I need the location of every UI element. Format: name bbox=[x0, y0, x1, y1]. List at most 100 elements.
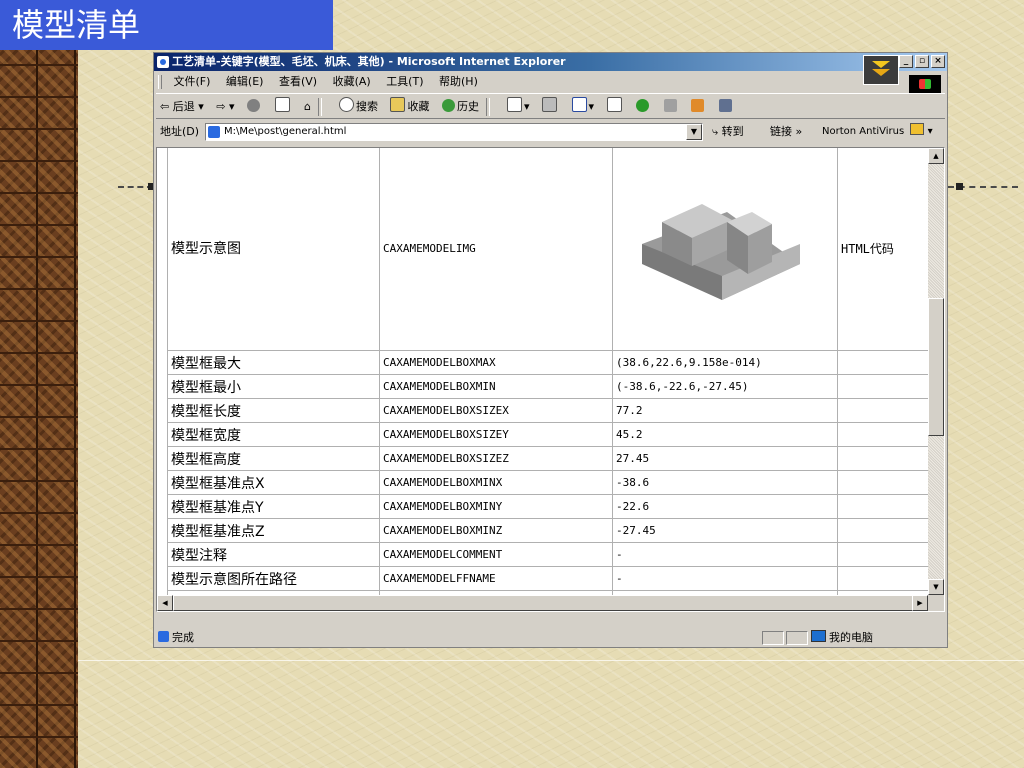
cell-value: 45.2 bbox=[612, 422, 838, 447]
horizontal-scrollbar[interactable]: ◀ ▶ bbox=[157, 595, 928, 611]
cell-keyword: CAXAMEMODELBOXMAX bbox=[379, 350, 613, 375]
home-button[interactable]: ⌂ bbox=[304, 94, 311, 120]
table-row: 模型框基准点Z CAXAMEMODELBOXMINZ -27.45 bbox=[167, 518, 930, 543]
cell-extra bbox=[837, 566, 930, 591]
page-content[interactable]: 模型示意图 CAXAMEMODELIMG HTML代码 模型框最大 CAXAME… bbox=[156, 147, 945, 612]
cell-name: 模型框最大 bbox=[167, 350, 380, 375]
tools-button[interactable] bbox=[663, 94, 679, 120]
messenger-button[interactable] bbox=[636, 94, 651, 120]
palette-button[interactable] bbox=[691, 94, 706, 120]
table-row: 模型框基准点Y CAXAMEMODELBOXMINY -22.6 bbox=[167, 494, 930, 519]
extra-button[interactable] bbox=[718, 94, 734, 120]
wrench-icon bbox=[663, 99, 677, 112]
decorative-wood-strip bbox=[0, 0, 78, 768]
history-icon bbox=[441, 99, 455, 112]
cell-value: (-38.6,-22.6,-27.45) bbox=[612, 374, 838, 399]
vertical-scroll-thumb[interactable] bbox=[928, 298, 944, 436]
go-arrow-icon: ⤷ bbox=[712, 125, 719, 138]
edit-button[interactable]: ▾ bbox=[571, 94, 594, 120]
discuss-icon bbox=[606, 97, 622, 112]
go-label: 转到 bbox=[721, 125, 744, 138]
table-row: 模型框宽度 CAXAMEMODELBOXSIZEY 45.2 bbox=[167, 422, 930, 447]
minimize-button[interactable]: _ bbox=[899, 55, 913, 68]
print-button[interactable] bbox=[542, 94, 559, 120]
maximize-button[interactable]: ▫ bbox=[915, 55, 929, 68]
address-url: M:\Me\post\general.html bbox=[224, 126, 347, 137]
cell-name: 模型框最小 bbox=[167, 374, 380, 399]
search-icon bbox=[338, 97, 354, 112]
back-arrow-icon: ⇦ bbox=[160, 100, 170, 113]
cell-keyword: CAXAMEMODELIMG bbox=[379, 148, 613, 351]
cell-extra bbox=[837, 446, 930, 471]
cell-value: (38.6,22.6,9.158e-014) bbox=[612, 350, 838, 375]
decorative-dot-right bbox=[956, 183, 963, 190]
cell-name: 模型框高度 bbox=[167, 446, 380, 471]
standard-toolbar: ⇦ 后退 ▾ ⇨ ▾ ⌂ 搜索 收藏 历史 ▾ ▾ bbox=[156, 93, 945, 119]
table-row: 模型框基准点X CAXAMEMODELBOXMINX -38.6 bbox=[167, 470, 930, 495]
decorative-divider bbox=[78, 660, 1024, 661]
links-button[interactable]: 链接 » bbox=[770, 120, 802, 144]
back-label: 后退 bbox=[172, 100, 195, 113]
menu-view[interactable]: 查看(V) bbox=[279, 75, 317, 88]
status-pane bbox=[786, 631, 808, 645]
close-button[interactable]: × bbox=[931, 55, 945, 68]
cell-name: 模型框基准点Y bbox=[167, 494, 380, 519]
table-row: 模型框最小 CAXAMEMODELBOXMIN (-38.6,-22.6,-27.4… bbox=[167, 374, 930, 399]
cell-value: -27.45 bbox=[612, 518, 838, 543]
mail-button[interactable]: ▾ bbox=[506, 94, 530, 120]
scroll-up-button[interactable]: ▲ bbox=[928, 148, 944, 164]
menu-help[interactable]: 帮助(H) bbox=[439, 75, 478, 88]
table-row: 模型注释 CAXAMEMODELCOMMENT - bbox=[167, 542, 930, 567]
cell-keyword: CAXAMEMODELCOMMENT bbox=[379, 542, 613, 567]
table-row: 模型框最大 CAXAMEMODELBOXMAX (38.6,22.6,9.158e-… bbox=[167, 350, 930, 375]
address-dropdown-button[interactable]: ▼ bbox=[686, 124, 702, 140]
cell-name: 模型示意图 bbox=[167, 148, 380, 351]
page-done-icon bbox=[158, 631, 169, 642]
refresh-button[interactable] bbox=[274, 94, 292, 120]
toolbar-separator bbox=[318, 98, 323, 116]
status-text-wrap: 完成 bbox=[158, 629, 194, 647]
mail-icon bbox=[506, 97, 522, 112]
cell-value: 27.45 bbox=[612, 446, 838, 471]
window-titlebar[interactable]: 工艺清单-关键字(模型、毛坯、机床、其他) - Microsoft Intern… bbox=[154, 53, 947, 71]
discuss-button[interactable] bbox=[606, 94, 624, 120]
stop-button[interactable] bbox=[247, 94, 262, 120]
status-pane bbox=[762, 631, 784, 645]
address-label: 地址(D) bbox=[160, 125, 200, 138]
norton-antivirus-button[interactable]: Norton AntiVirus ▾ bbox=[822, 120, 933, 144]
menubar-grip bbox=[158, 75, 162, 89]
cell-extra bbox=[837, 470, 930, 495]
address-input[interactable]: M:\Me\post\general.html bbox=[205, 123, 703, 141]
favorites-label: 收藏 bbox=[407, 100, 430, 113]
go-button[interactable]: ⤷ 转到 bbox=[712, 120, 744, 144]
menu-file[interactable]: 文件(F) bbox=[174, 75, 211, 88]
status-bar: 完成 我的电脑 bbox=[156, 629, 945, 647]
menu-bar: 文件(F) 编辑(E) 查看(V) 收藏(A) 工具(T) 帮助(H) bbox=[156, 72, 945, 92]
horizontal-scroll-thumb[interactable] bbox=[173, 595, 914, 611]
back-button[interactable]: ⇦ 后退 ▾ bbox=[160, 94, 204, 120]
cell-name: 模型框长度 bbox=[167, 398, 380, 423]
cell-extra bbox=[837, 494, 930, 519]
cell-keyword: CAXAMEMODELBOXMIN bbox=[379, 374, 613, 399]
favorites-button[interactable]: 收藏 bbox=[390, 94, 429, 120]
cell-keyword: CAXAMEMODELBOXMINX bbox=[379, 470, 613, 495]
cell-keyword: CAXAMEMODELFFNAME bbox=[379, 566, 613, 591]
menu-tools[interactable]: 工具(T) bbox=[386, 75, 423, 88]
scroll-right-button[interactable]: ▶ bbox=[912, 595, 928, 611]
menu-edit[interactable]: 编辑(E) bbox=[226, 75, 264, 88]
norton-label: Norton AntiVirus bbox=[822, 126, 905, 137]
history-button[interactable]: 历史 bbox=[441, 94, 479, 120]
scroll-down-button[interactable]: ▼ bbox=[928, 579, 944, 595]
menu-favorites[interactable]: 收藏(A) bbox=[333, 75, 371, 88]
vertical-scrollbar[interactable]: ▲ ▼ bbox=[928, 148, 944, 595]
forward-button[interactable]: ⇨ ▾ bbox=[216, 94, 234, 120]
cell-extra bbox=[837, 350, 930, 375]
cell-extra bbox=[837, 374, 930, 399]
palette-icon bbox=[691, 99, 705, 112]
scroll-left-button[interactable]: ◀ bbox=[157, 595, 173, 611]
search-button[interactable]: 搜索 bbox=[338, 94, 378, 120]
slide-title: 模型清单 bbox=[0, 0, 333, 50]
back-dropdown-icon: ▾ bbox=[198, 100, 204, 113]
table-row: 模型框高度 CAXAMEMODELBOXSIZEZ 27.45 bbox=[167, 446, 930, 471]
cell-value: - bbox=[612, 542, 838, 567]
